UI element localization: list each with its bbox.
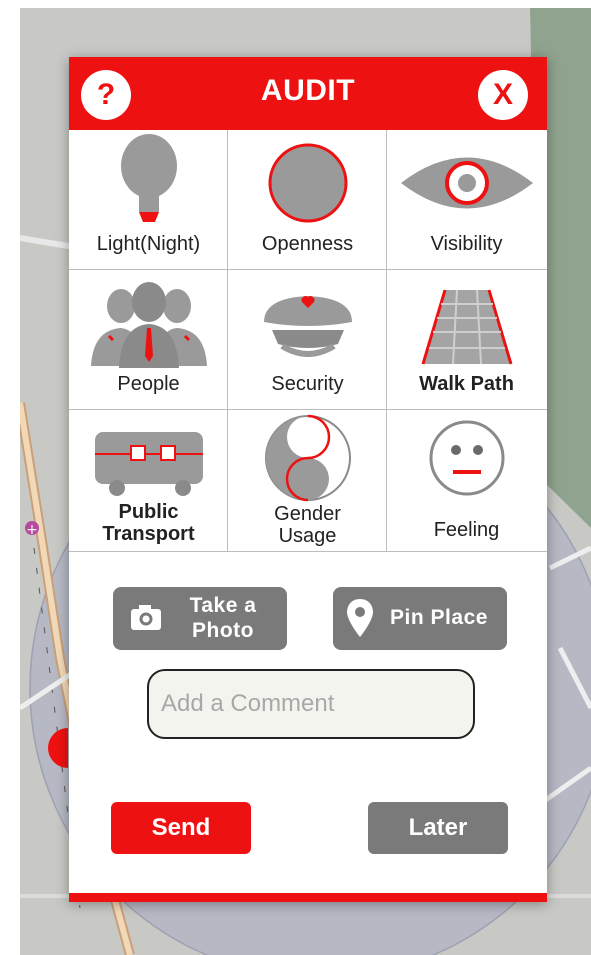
- dialog-title: AUDIT: [260, 74, 356, 107]
- category-security[interactable]: Security: [228, 270, 387, 410]
- category-label: Walk Path: [419, 373, 514, 395]
- category-label-line2: Transport: [102, 523, 195, 545]
- category-people[interactable]: People: [69, 270, 228, 410]
- category-label-line1: Public: [118, 501, 179, 523]
- dialog-header: ? AUDIT X: [69, 57, 547, 130]
- send-button[interactable]: Send: [111, 802, 251, 854]
- take-photo-label-line2: Photo: [192, 619, 254, 642]
- category-label-line1: Gender: [274, 503, 341, 525]
- category-light-night[interactable]: Light(Night): [69, 130, 228, 270]
- category-visibility[interactable]: Visibility: [387, 130, 547, 270]
- take-photo-button[interactable]: Take a Photo: [113, 587, 287, 650]
- category-label: Security: [271, 373, 344, 395]
- category-label: Light(Night): [96, 233, 201, 255]
- pin-place-button[interactable]: Pin Place: [333, 587, 507, 650]
- category-walk-path[interactable]: Walk Path: [387, 270, 547, 410]
- category-gender-usage[interactable]: Gender Usage: [228, 410, 387, 552]
- later-button[interactable]: Later: [368, 802, 508, 854]
- footer-accent-bar: [69, 893, 547, 902]
- category-label-line2: Usage: [278, 525, 337, 547]
- close-button[interactable]: X: [478, 70, 528, 120]
- category-grid: Light(Night) Openness Visibility People …: [69, 130, 547, 552]
- close-icon: X: [492, 78, 513, 111]
- category-label: People: [117, 373, 180, 395]
- camera-icon: [131, 605, 161, 630]
- comment-input[interactable]: [147, 669, 475, 739]
- audit-dialog: ? AUDIT X Light(Night) Openness Visibili…: [69, 57, 547, 902]
- location-pin-icon: [347, 599, 373, 637]
- category-openness[interactable]: Openness: [228, 130, 387, 270]
- category-label: Feeling: [433, 519, 500, 541]
- take-photo-label-line1: Take a: [189, 594, 257, 617]
- category-feeling[interactable]: Feeling: [387, 410, 547, 552]
- svg-text:+: +: [26, 522, 38, 538]
- category-public-transport[interactable]: Public Transport: [69, 410, 228, 552]
- category-label: Openness: [261, 233, 354, 255]
- pin-place-label: Pin Place: [390, 606, 488, 629]
- category-label: Visibility: [430, 233, 503, 255]
